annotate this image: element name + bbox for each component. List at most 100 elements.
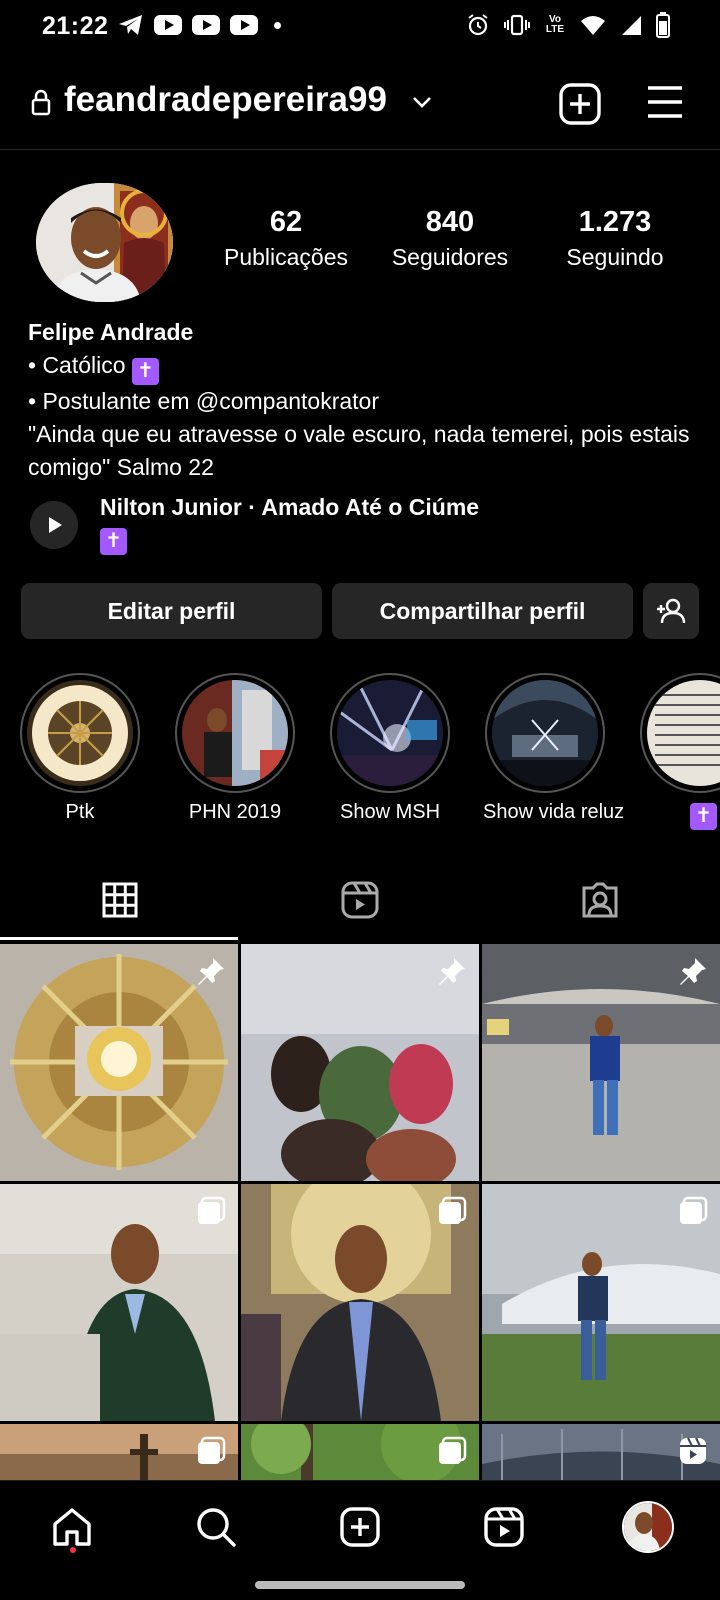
chevron-down-icon[interactable] — [410, 90, 434, 114]
cross-emoji-icon: ✝ — [690, 803, 717, 830]
followers-count: 840 — [425, 206, 475, 238]
volte-icon: Vo LTE — [545, 14, 565, 35]
highlight-show-vida-reluz[interactable]: Show vida reluz — [483, 673, 625, 824]
highlight-phn-2019[interactable]: PHN 2019 — [173, 673, 297, 824]
music-cross-emoji: ✝ — [100, 528, 127, 555]
bio-line-quote: "Ainda que eu atravesse o vale escuro, n… — [28, 421, 690, 480]
post-thumbnail[interactable] — [241, 1424, 479, 1480]
vibrate-icon — [504, 14, 530, 36]
carousel-icon — [198, 1196, 226, 1224]
pin-icon — [439, 958, 465, 985]
system-icons: Vo LTE — [466, 12, 670, 38]
grid-icon — [102, 882, 138, 918]
post-thumbnail[interactable] — [0, 944, 238, 1181]
bottom-navigation — [0, 1480, 720, 1600]
following-count: 1.273 — [578, 206, 652, 238]
pin-icon — [680, 958, 706, 985]
profile-avatar[interactable] — [36, 183, 173, 302]
tab-posts-grid[interactable] — [0, 860, 240, 940]
reel-icon — [680, 1437, 706, 1464]
signal-icon — [622, 16, 641, 35]
highlight-label: Ptk — [65, 801, 95, 823]
music-title[interactable]: Nilton Junior · Amado Até o Ciúme — [100, 494, 479, 521]
notification-icons — [118, 14, 281, 36]
username-switcher[interactable]: feandradepereira99 — [64, 80, 387, 120]
highlight-cover — [492, 680, 598, 786]
highlight-cover — [337, 680, 443, 786]
tab-tagged[interactable] — [480, 860, 720, 940]
reels-icon — [341, 881, 379, 919]
highlight-cross[interactable]: ✝ — [638, 673, 720, 830]
profile-header: feandradepereira99 — [0, 60, 720, 150]
cross-emoji-icon: ✝ — [131, 358, 159, 385]
nav-search[interactable] — [188, 1499, 244, 1555]
reels-icon — [484, 1507, 524, 1547]
dot-icon — [274, 21, 281, 29]
post-thumbnail[interactable] — [241, 1184, 479, 1421]
post-thumbnail[interactable] — [482, 944, 720, 1181]
highlight-label: Show vida reluz — [483, 801, 625, 823]
cross-emoji-icon: ✝ — [100, 528, 127, 555]
post-thumbnail[interactable] — [482, 1424, 720, 1480]
nav-create[interactable] — [332, 1499, 388, 1555]
carousel-icon — [439, 1196, 467, 1224]
music-play-button[interactable] — [30, 501, 78, 549]
highlight-label: PHN 2019 — [188, 801, 282, 823]
display-name: Felipe Andrade — [28, 319, 194, 345]
status-time: 21:22 — [42, 12, 109, 40]
followers-stat[interactable]: 840 Seguidores — [380, 206, 520, 271]
pin-icon — [198, 958, 224, 985]
bio-line-postulant: • Postulante em @compantokrator — [28, 388, 380, 414]
youtube-icon — [154, 15, 182, 35]
notification-dot — [70, 1547, 76, 1553]
posts-count-stat[interactable]: 62 Publicações — [216, 206, 356, 271]
create-icon — [340, 1507, 380, 1547]
youtube-icon — [192, 15, 220, 35]
highlight-cover — [647, 680, 720, 786]
highlight-ptk[interactable]: Ptk — [18, 673, 142, 824]
posts-label: Publicações — [223, 244, 349, 270]
search-icon — [197, 1508, 236, 1547]
wifi-icon — [581, 16, 605, 35]
tab-reels[interactable] — [240, 860, 480, 940]
battery-icon — [656, 12, 670, 38]
profile-avatar-small — [622, 1501, 674, 1553]
menu-icon[interactable] — [646, 84, 684, 120]
posts-count: 62 — [269, 206, 303, 238]
youtube-icon — [230, 15, 258, 35]
discover-people-button[interactable] — [643, 583, 699, 639]
post-thumbnail[interactable] — [241, 944, 479, 1181]
highlight-show-msh[interactable]: Show MSH — [328, 673, 452, 824]
add-person-icon — [657, 598, 686, 624]
highlight-label: Show MSH — [339, 801, 441, 823]
lock-icon — [31, 89, 51, 116]
post-thumbnail[interactable] — [482, 1184, 720, 1421]
carousel-icon — [198, 1436, 226, 1464]
active-tab-indicator — [0, 937, 238, 940]
profile-bio: Felipe Andrade • Católico ✝ • Postulante… — [28, 316, 708, 484]
highlight-cover — [27, 680, 133, 786]
profile-tabs — [0, 860, 720, 940]
highlight-label: ✝ — [638, 801, 720, 830]
share-profile-button[interactable]: Compartilhar perfil — [332, 583, 633, 639]
edit-profile-button[interactable]: Editar perfil — [21, 583, 322, 639]
nav-reels[interactable] — [476, 1499, 532, 1555]
posts-grid — [0, 944, 720, 1480]
carousel-icon — [680, 1196, 708, 1224]
home-icon — [53, 1508, 91, 1546]
following-stat[interactable]: 1.273 Seguindo — [545, 206, 685, 271]
carousel-icon — [439, 1436, 467, 1464]
following-label: Seguindo — [566, 244, 664, 270]
highlight-cover — [182, 680, 288, 786]
tagged-icon — [582, 882, 618, 918]
new-post-icon[interactable] — [558, 82, 602, 126]
post-thumbnail[interactable] — [0, 1424, 238, 1480]
telegram-icon — [119, 15, 142, 35]
alarm-icon — [468, 14, 488, 36]
status-bar: 21:22 Vo LTE — [0, 0, 720, 54]
nav-profile[interactable] — [620, 1499, 676, 1555]
gesture-home-bar[interactable] — [255, 1581, 465, 1589]
bio-line-catholic: • Católico ✝ — [28, 349, 708, 385]
post-thumbnail[interactable] — [0, 1184, 238, 1421]
followers-label: Seguidores — [391, 244, 509, 270]
